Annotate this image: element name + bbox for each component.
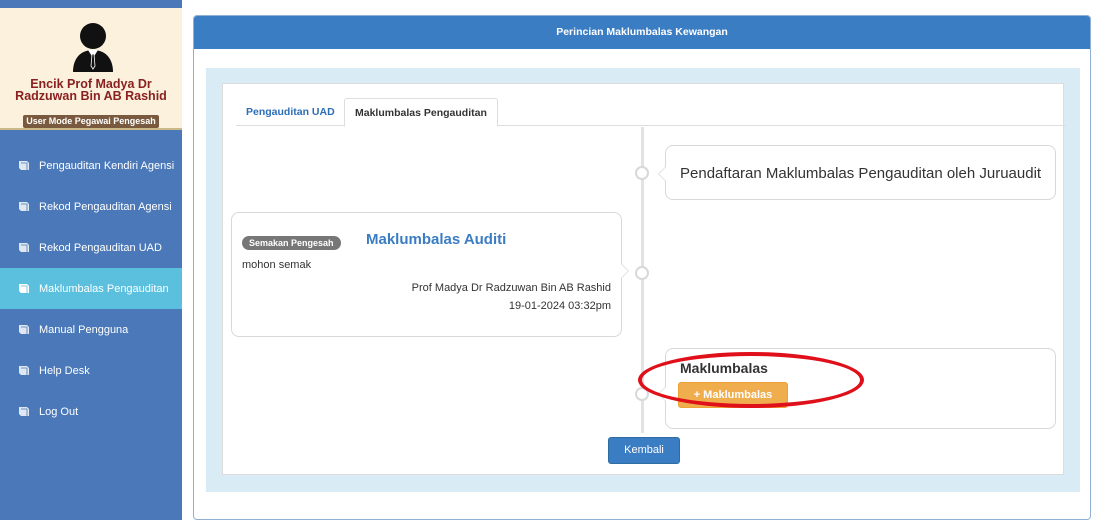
timeline-entry-feedback: Maklumbalas + Maklumbalas	[658, 348, 1056, 429]
sidebar-item-rekod-pengauditan-agensi[interactable]: Rekod Pengauditan Agensi	[0, 186, 182, 227]
sidebar-item-label: Help Desk	[39, 364, 90, 377]
user-avatar-icon	[73, 23, 113, 72]
timeline-dot	[635, 166, 649, 180]
book-icon	[19, 325, 29, 334]
timeline-entry-auditee-response: Semakan Pengesah Maklumbalas Auditi moho…	[231, 212, 629, 337]
content-wrapper: Pengauditan UAD Maklumbalas Pengauditan …	[206, 68, 1080, 492]
timeline-dot	[635, 266, 649, 280]
back-button[interactable]: Kembali	[608, 437, 680, 464]
sidebar-menu: Pengauditan Kendiri Agensi Rekod Pengaud…	[0, 145, 182, 432]
timeline-entry-date: 19-01-2024 03:32pm	[508, 300, 611, 312]
book-icon	[19, 243, 29, 252]
timeline-entry-author: Prof Madya Dr Radzuwan Bin AB Rashid	[411, 282, 611, 294]
sidebar-item-label: Log Out	[39, 405, 79, 418]
sidebar-item-label: Maklumbalas Pengauditan	[39, 282, 169, 295]
timeline-entry-title: Maklumbalas	[680, 360, 768, 376]
sidebar-item-log-out[interactable]: Log Out	[0, 391, 182, 432]
tab-bar: Pengauditan UAD Maklumbalas Pengauditan	[236, 98, 1066, 127]
sidebar-item-rekod-pengauditan-uad[interactable]: Rekod Pengauditan UAD	[0, 227, 182, 268]
book-icon	[19, 284, 29, 293]
user-mode-badge: User Mode Pegawai Pengesah	[23, 115, 159, 128]
timeline-entry-title: Maklumbalas Auditi	[366, 231, 507, 248]
user-profile-card: Encik Prof Madya Dr Radzuwan Bin AB Rash…	[0, 8, 182, 130]
page-title: Perincian Maklumbalas Kewangan	[194, 16, 1090, 49]
sidebar-item-manual-pengguna[interactable]: Manual Pengguna	[0, 309, 182, 350]
timeline-entry-body: mohon semak	[242, 259, 312, 271]
book-icon	[19, 161, 29, 170]
timeline-entry-registration: Pendaftaran Maklumbalas Pengauditan oleh…	[658, 145, 1056, 200]
tab-maklumbalas-pengauditan[interactable]: Maklumbalas Pengauditan	[344, 98, 498, 127]
book-icon	[19, 202, 29, 211]
main-panel: Perincian Maklumbalas Kewangan Pengaudit…	[193, 15, 1091, 520]
status-badge: Semakan Pengesah	[242, 236, 341, 250]
content-card: Pengauditan UAD Maklumbalas Pengauditan …	[222, 83, 1066, 475]
sidebar-item-maklumbalas-pengauditan[interactable]: Maklumbalas Pengauditan	[0, 268, 182, 309]
sidebar-item-label: Pengauditan Kendiri Agensi	[39, 159, 175, 172]
timeline-entry-title: Pendaftaran Maklumbalas Pengauditan oleh…	[680, 165, 1042, 182]
book-icon	[19, 407, 29, 416]
sidebar-item-label: Rekod Pengauditan UAD	[39, 241, 162, 254]
tab-pengauditan-uad[interactable]: Pengauditan UAD	[236, 98, 345, 127]
sidebar-item-label: Rekod Pengauditan Agensi	[39, 200, 172, 213]
timeline-dot	[635, 387, 649, 401]
user-name: Encik Prof Madya Dr Radzuwan Bin AB Rash…	[15, 77, 167, 103]
add-feedback-button[interactable]: + Maklumbalas	[678, 382, 788, 408]
sidebar-item-help-desk[interactable]: Help Desk	[0, 350, 182, 391]
book-icon	[19, 366, 29, 375]
sidebar-item-pengauditan-kendiri-agensi[interactable]: Pengauditan Kendiri Agensi	[0, 145, 182, 186]
sidebar-item-label: Manual Pengguna	[39, 323, 129, 336]
sidebar: Encik Prof Madya Dr Radzuwan Bin AB Rash…	[0, 0, 182, 520]
